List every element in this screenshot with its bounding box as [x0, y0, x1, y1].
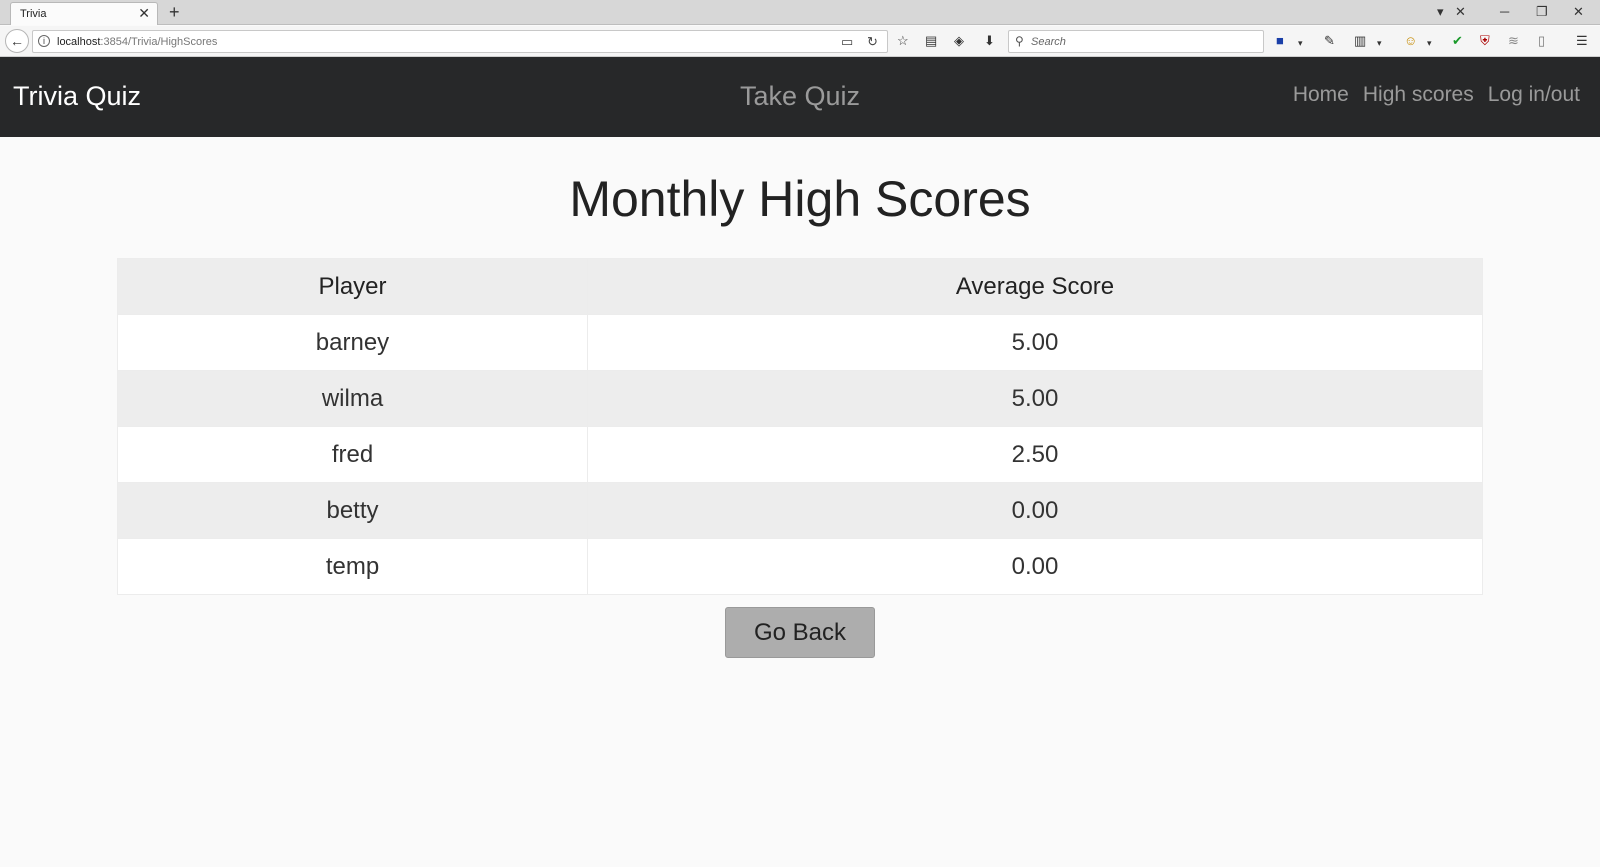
- nav-high-scores-link[interactable]: High scores: [1363, 83, 1474, 107]
- save-dropdown-icon[interactable]: ▾: [1298, 35, 1303, 51]
- high-scores-table: Player Average Score barney 5.00 wilma 5…: [117, 258, 1483, 595]
- nav-login-link[interactable]: Log in/out: [1488, 83, 1580, 107]
- reload-icon[interactable]: ↻: [867, 34, 878, 50]
- url-bar[interactable]: i localhost:3854/Trivia/HighScores ▭ ↻: [32, 30, 888, 53]
- clipboard-dropdown-icon[interactable]: ▾: [1377, 35, 1382, 51]
- player-cell: temp: [117, 538, 588, 595]
- evernote-icon[interactable]: ✔: [1452, 33, 1463, 49]
- browser-tab-strip: Trivia ✕ + ▾ ✕ ─ ❐ ✕: [0, 0, 1600, 25]
- score-cell: 0.00: [587, 482, 1483, 539]
- new-tab-button[interactable]: +: [169, 2, 180, 22]
- go-back-button[interactable]: Go Back: [725, 607, 875, 658]
- save-icon[interactable]: ■: [1276, 33, 1284, 49]
- app-navbar: Trivia Quiz Take Quiz Home High scores L…: [0, 57, 1600, 137]
- table-row: temp 0.00: [117, 538, 1483, 595]
- score-cell: 5.00: [587, 370, 1483, 427]
- take-quiz-link[interactable]: Take Quiz: [740, 81, 860, 111]
- table-row: betty 0.00: [117, 482, 1483, 539]
- player-cell: fred: [117, 426, 588, 483]
- nav-links: Home High scores Log in/out: [1293, 83, 1580, 107]
- reader-view-icon[interactable]: ▭: [841, 34, 853, 50]
- close-window-icon[interactable]: ✕: [1573, 3, 1584, 21]
- back-arrow-icon[interactable]: ←: [5, 29, 29, 53]
- extension-icon[interactable]: ✎: [1324, 33, 1335, 49]
- bookmark-star-icon[interactable]: ☆: [897, 33, 909, 49]
- url-host: localhost: [57, 36, 101, 48]
- table-row: barney 5.00: [117, 314, 1483, 371]
- close-tab-icon[interactable]: ✕: [138, 5, 150, 21]
- clipboard-ext-icon[interactable]: ▥: [1354, 33, 1366, 49]
- search-bar[interactable]: ⚲ Search: [1008, 30, 1264, 53]
- page-title: Monthly High Scores: [569, 171, 1031, 227]
- restore-icon[interactable]: ❐: [1536, 3, 1548, 21]
- score-cell: 0.00: [587, 538, 1483, 595]
- browser-toolbar: ← i localhost:3854/Trivia/HighScores ▭ ↻…: [0, 26, 1600, 57]
- table-row: fred 2.50: [117, 426, 1483, 483]
- url-text: localhost:3854/Trivia/HighScores: [57, 36, 217, 48]
- header-average-score: Average Score: [587, 258, 1483, 315]
- nav-home-link[interactable]: Home: [1293, 83, 1349, 107]
- player-cell: wilma: [117, 370, 588, 427]
- sidebar-icon[interactable]: ▯: [1538, 33, 1545, 49]
- tab-list-chevron-icon[interactable]: ▾: [1437, 3, 1444, 21]
- score-cell: 5.00: [587, 314, 1483, 371]
- menu-hamburger-icon[interactable]: ☰: [1576, 33, 1588, 49]
- download-icon[interactable]: ⬇: [984, 33, 995, 49]
- pocket-icon[interactable]: ◈: [954, 33, 964, 49]
- player-cell: barney: [117, 314, 588, 371]
- browser-tab[interactable]: Trivia ✕: [10, 2, 158, 25]
- url-path: :3854/Trivia/HighScores: [100, 36, 218, 48]
- clipboard-icon[interactable]: ▤: [925, 33, 937, 49]
- score-cell: 2.50: [587, 426, 1483, 483]
- monkey-icon[interactable]: ☺: [1404, 33, 1417, 49]
- ublock-icon[interactable]: ⛨: [1480, 33, 1490, 49]
- site-info-icon[interactable]: i: [38, 35, 50, 47]
- extension-gray-icon[interactable]: ≋: [1508, 33, 1519, 49]
- minimize-icon[interactable]: ─: [1500, 3, 1509, 21]
- table-header-row: Player Average Score: [117, 258, 1483, 315]
- tab-title: Trivia: [20, 8, 47, 20]
- search-placeholder: Search: [1031, 36, 1066, 48]
- search-icon: ⚲: [1015, 34, 1024, 48]
- tab-x-icon[interactable]: ✕: [1455, 3, 1466, 21]
- player-cell: betty: [117, 482, 588, 539]
- header-player: Player: [117, 258, 588, 315]
- table-row: wilma 5.00: [117, 370, 1483, 427]
- monkey-dropdown-icon[interactable]: ▾: [1427, 35, 1432, 51]
